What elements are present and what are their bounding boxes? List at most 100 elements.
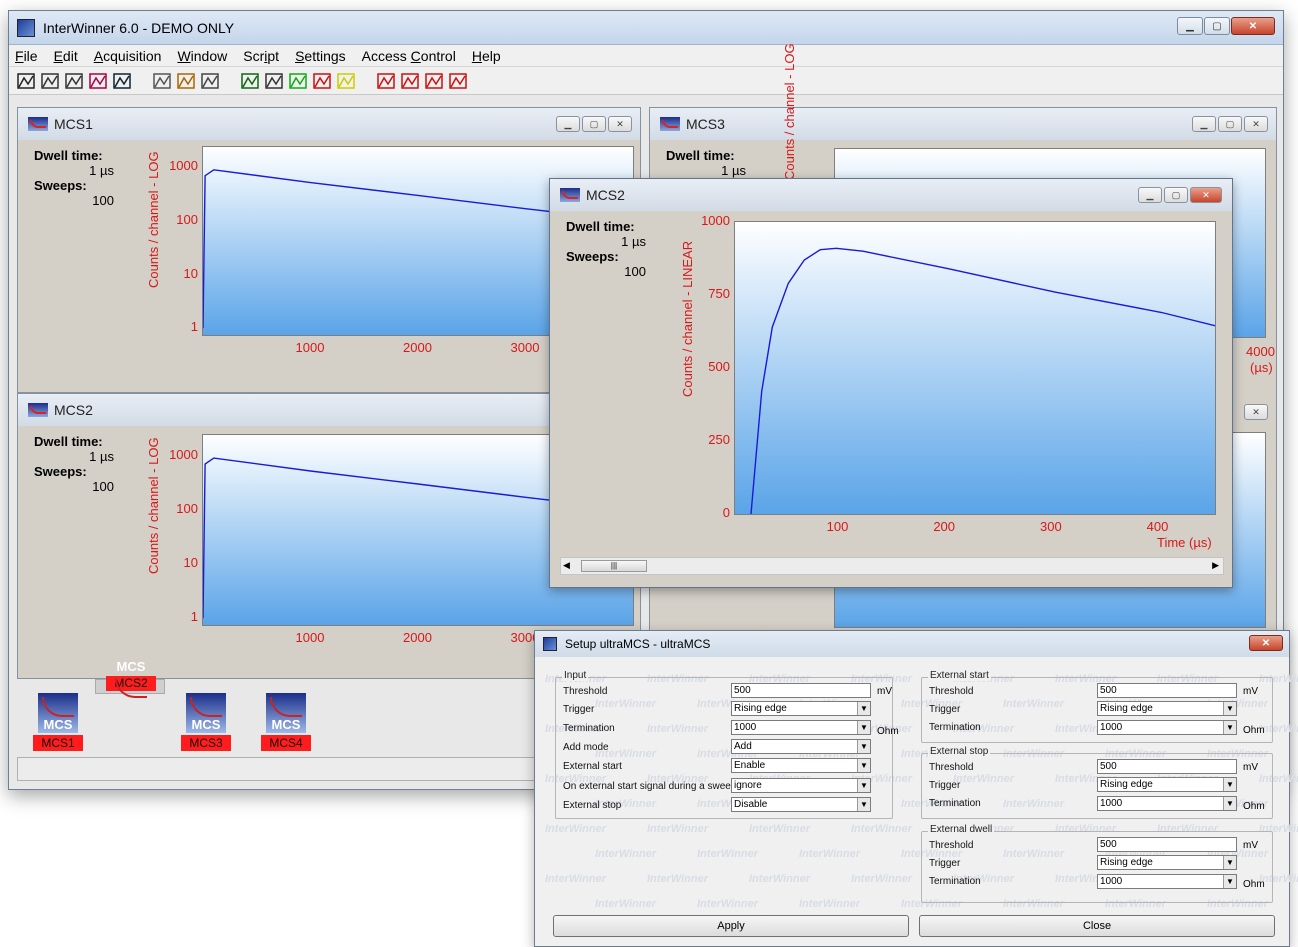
list-icon[interactable] (39, 70, 61, 92)
menu-4[interactable]: Script (243, 48, 279, 64)
traffic-yellow-icon[interactable] (335, 70, 357, 92)
trigger-select[interactable]: Rising edge ▼ (1097, 855, 1237, 870)
external-start-select[interactable]: Enable ▼ (731, 758, 871, 773)
watermark-text: InterWinner (545, 873, 607, 885)
taskbar-label: MCS1 (33, 735, 83, 751)
stopwatch-icon[interactable] (263, 70, 285, 92)
close-button[interactable]: ✕ (1231, 17, 1275, 35)
y-axis-label: Counts / channel - LINEAR (680, 240, 695, 397)
scroll-left-arrow[interactable]: ◀ (563, 560, 570, 571)
peak-remove-icon[interactable] (447, 70, 469, 92)
menu-6[interactable]: Access Control (362, 48, 456, 64)
chevron-down-icon: ▼ (857, 721, 870, 734)
magic-icon[interactable] (175, 70, 197, 92)
termination-label: Termination (929, 876, 981, 887)
dwell-time-value: 1 µs (89, 449, 114, 464)
trigger-select[interactable]: Rising edge ▼ (1097, 701, 1237, 716)
termination-select[interactable]: 1000 ▼ (731, 720, 871, 735)
table-icon[interactable] (63, 70, 85, 92)
x-axis-label: Time (µs) (1157, 535, 1212, 550)
menu-0[interactable]: File (15, 48, 38, 64)
mcs2-window-front[interactable]: MCS2 ▁ ▢ ✕ Dwell time: 1 µs Sweeps: 100 Co… (549, 178, 1233, 588)
sweeps-label: Sweeps: (566, 249, 619, 264)
taskbar-item-mcs2[interactable]: MCSMCS2 (95, 660, 165, 698)
apply-button[interactable]: Apply (553, 915, 909, 937)
app-icon (17, 18, 35, 37)
save-icon[interactable] (111, 70, 133, 92)
minimize-button[interactable]: ▁ (1177, 17, 1203, 35)
peak-add-icon[interactable] (399, 70, 421, 92)
termination-label: Termination (563, 723, 615, 734)
trigger-select[interactable]: Rising edge ▼ (731, 701, 871, 716)
flag-icon[interactable] (199, 70, 221, 92)
termination-select[interactable]: 1000 ▼ (1097, 720, 1237, 735)
taskbar-item-mcs3[interactable]: MCS MCS3 (171, 679, 241, 753)
minimize-button[interactable]: ▁ (556, 116, 580, 132)
traffic-red-icon[interactable] (311, 70, 333, 92)
threshold-input[interactable]: 500 (1097, 837, 1237, 852)
scroll-thumb[interactable]: ||| (581, 560, 647, 572)
menu-text: indow (190, 47, 228, 64)
brush-icon[interactable] (151, 70, 173, 92)
maximize-button[interactable]: ▢ (1164, 187, 1188, 203)
x-tick-label: 2000 (403, 340, 432, 355)
threshold-unit: mV (1243, 686, 1258, 697)
spectrum-icon[interactable] (15, 70, 37, 92)
mcs2-front-plot[interactable] (734, 221, 1216, 515)
setup-dialog: Setup ultraMCS - ultraMCS ✕ InterWinner I… (534, 630, 1298, 947)
termination-select[interactable]: 1000 ▼ (1097, 874, 1237, 889)
close-button[interactable]: ✕ (608, 116, 632, 132)
peak-add2-icon[interactable] (423, 70, 445, 92)
horizontal-scrollbar[interactable]: ◀ ||| ▶ (560, 557, 1224, 575)
x-tick-label: 1000 (295, 630, 325, 645)
termination-select[interactable]: 1000 ▼ (1097, 796, 1237, 811)
close-button[interactable]: ✕ (1190, 187, 1222, 203)
mcs1-window[interactable]: MCS1 ▁ ▢ ✕ Dwell time: 1 µs Sweeps: 100 Co… (17, 107, 641, 393)
watermark-text: InterWinner (749, 823, 811, 835)
maximize-button[interactable]: ▢ (582, 116, 606, 132)
minimize-button[interactable]: ▁ (1192, 116, 1216, 132)
mcs2-info: Dwell time: 1 µs Sweeps: 100 (34, 434, 114, 494)
menu-mnemonic: E (53, 47, 63, 64)
on-external-start-select[interactable]: ignore ▼ (731, 778, 871, 793)
dwell-time-label: Dwell time: (566, 219, 635, 234)
grid-icon[interactable] (239, 70, 261, 92)
person-chart-icon[interactable] (87, 70, 109, 92)
peak-icon[interactable] (375, 70, 397, 92)
watermark-text: InterWinner (595, 898, 657, 910)
menu-3[interactable]: Window (177, 48, 227, 64)
mcs1-titlebar: MCS1 (18, 108, 640, 140)
taskbar-item-mcs1[interactable]: MCS MCS1 (23, 679, 93, 753)
chevron-down-icon: ▼ (1223, 875, 1236, 888)
maximize-button[interactable]: ▢ (1204, 17, 1230, 35)
close-button[interactable]: ✕ (1244, 116, 1268, 132)
minimize-button[interactable]: ▁ (1138, 187, 1162, 203)
menu-7[interactable]: Help (472, 48, 501, 64)
series-line (203, 457, 580, 619)
add-mode-select[interactable]: Add ▼ (731, 739, 871, 754)
maximize-button[interactable]: ▢ (1218, 116, 1242, 132)
dwell-time-label: Dwell time: (666, 148, 735, 163)
taskbar-item-mcs4[interactable]: MCS MCS4 (251, 679, 321, 753)
chevron-down-icon: ▼ (857, 702, 870, 715)
trigger-select[interactable]: Rising edge ▼ (1097, 777, 1237, 792)
menu-5[interactable]: Settings (295, 48, 346, 64)
termination-label: Termination (929, 722, 981, 733)
chevron-down-icon: ▼ (857, 798, 870, 811)
external-stop-select[interactable]: Disable ▼ (731, 797, 871, 812)
traffic-green-icon[interactable] (287, 70, 309, 92)
mcs-icon: MCS (38, 693, 78, 733)
close-button[interactable]: ✕ (1244, 404, 1268, 420)
threshold-input[interactable]: 500 (731, 683, 871, 698)
trigger-value: Rising edge (1100, 857, 1153, 868)
threshold-input[interactable]: 500 (1097, 759, 1237, 774)
threshold-input[interactable]: 500 (1097, 683, 1237, 698)
close-dialog-button[interactable]: Close (919, 915, 1275, 937)
dialog-close-button[interactable]: ✕ (1249, 635, 1283, 651)
menu-1[interactable]: Edit (54, 48, 78, 64)
mcs3-window-controls: ▁ ▢ ✕ (1192, 116, 1268, 132)
watermark-text: InterWinner (851, 873, 913, 885)
series-line (750, 247, 1215, 514)
menu-2[interactable]: Acquisition (94, 48, 162, 64)
scroll-right-arrow[interactable]: ▶ (1212, 560, 1219, 571)
